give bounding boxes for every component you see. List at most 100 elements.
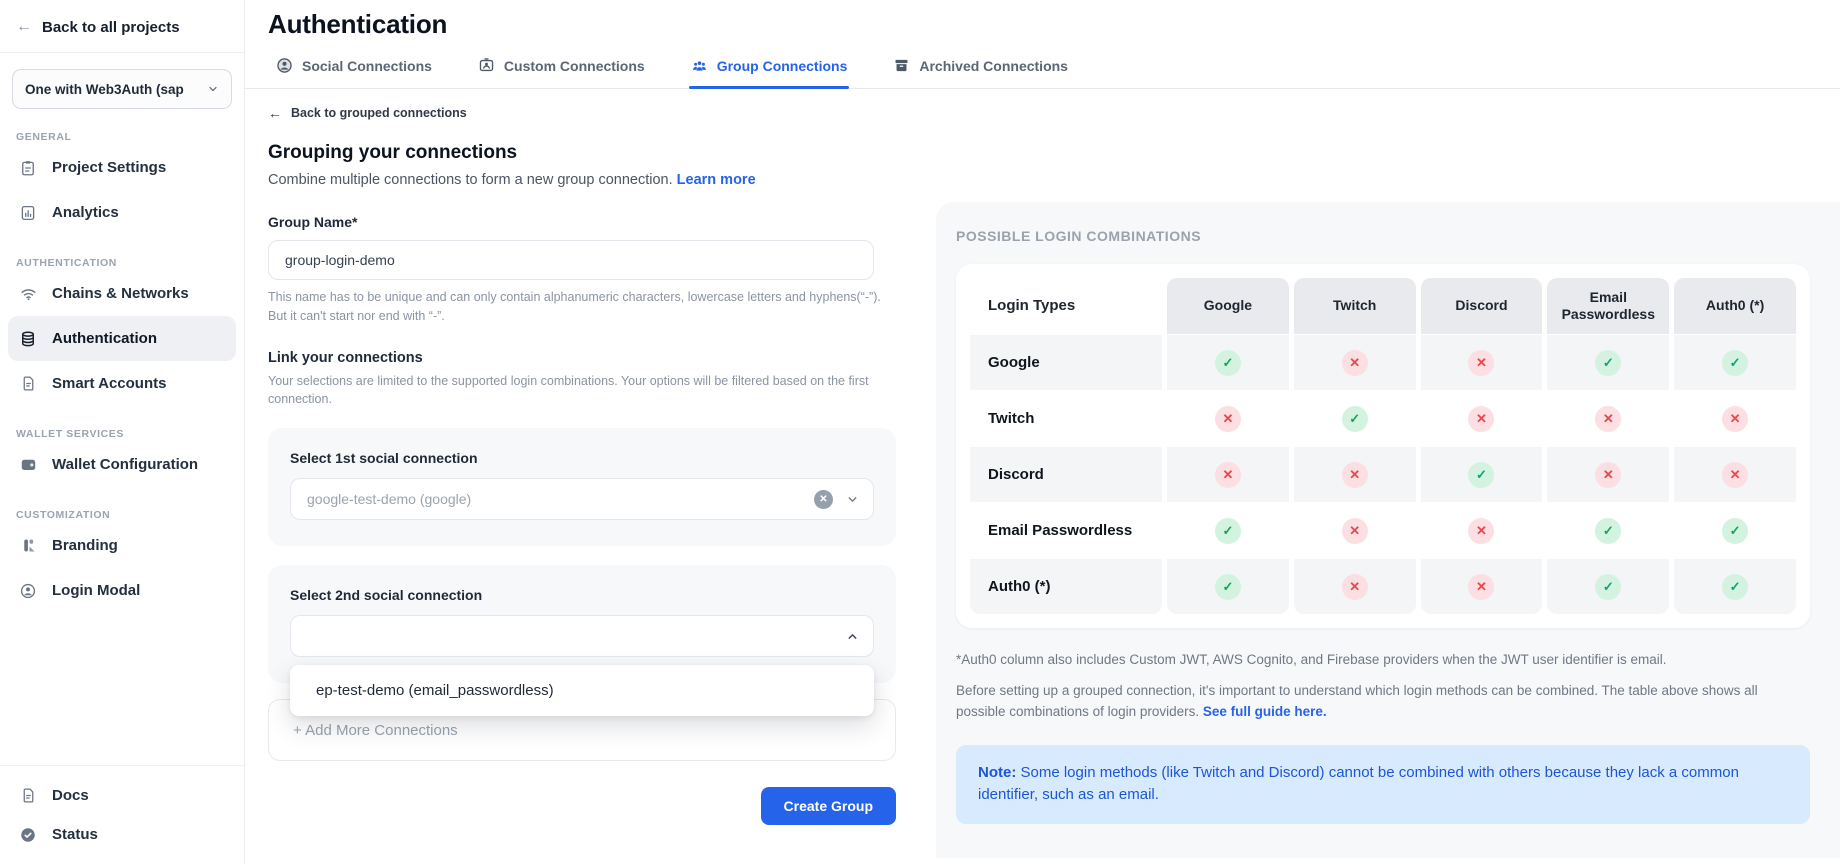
check-icon: ✓ [1215,350,1241,376]
combination-cell: ✓ [1547,502,1669,558]
check-icon: ✓ [1468,462,1494,488]
full-guide-link[interactable]: See full guide here. [1203,704,1327,719]
cross-icon: ✕ [1215,406,1241,432]
combination-cell: ✕ [1421,390,1543,446]
group-name-help: This name has to be unique and can only … [268,288,886,326]
note-box: Note: Some login methods (like Twitch an… [956,745,1810,824]
row-label: Twitch [970,390,1162,446]
tab-label: Group Connections [717,58,848,74]
cross-icon: ✕ [1342,574,1368,600]
combination-cell: ✓ [1674,502,1796,558]
sidebar-footer: Docs Status [0,765,244,864]
divider [0,52,244,53]
combination-cell: ✓ [1167,334,1289,390]
guide-footnote: Before setting up a grouped connection, … [956,681,1810,723]
page-title: Authentication [268,9,1840,40]
tab-label: Archived Connections [919,58,1068,74]
sidebar-item-label: Smart Accounts [52,375,166,392]
column-header: Email Passwordless [1547,278,1669,334]
column-header: Google [1167,278,1289,334]
second-connection-card: Select 2nd social connection ep-test-dem… [268,565,896,683]
combination-cell: ✕ [1421,334,1543,390]
sidebar-item-branding[interactable]: Branding [8,523,236,568]
chevron-down-icon [207,83,219,95]
sidebar-item-label: Chains & Networks [52,285,189,302]
combination-cell: ✕ [1294,502,1416,558]
branding-icon [18,536,38,556]
guide-footnote-text: Before setting up a grouped connection, … [956,683,1758,719]
tab-label: Social Connections [302,58,432,74]
combination-cell: ✓ [1547,334,1669,390]
tab-social-connections[interactable]: Social Connections [276,57,432,88]
sidebar-item-status[interactable]: Status [8,815,236,854]
check-icon: ✓ [1215,574,1241,600]
project-selector[interactable]: One with Web3Auth (sap [12,69,232,109]
sidebar-item-authentication[interactable]: Authentication [8,316,236,361]
combination-cell: ✓ [1674,558,1796,614]
sidebar-item-docs[interactable]: Docs [8,776,236,815]
combinations-table: Login TypesGoogleTwitchDiscordEmail Pass… [970,278,1796,614]
cross-icon: ✕ [1342,462,1368,488]
section-label-wallet-services: WALLET SERVICES [16,428,228,440]
clear-selection-icon[interactable]: ✕ [814,490,833,509]
tab-custom-connections[interactable]: Custom Connections [478,57,645,88]
tab-group-connections[interactable]: Group Connections [691,57,848,88]
clipboard-icon [18,158,38,178]
body-row: ← Back to grouped connections Grouping y… [245,89,1840,858]
form-subtitle: Combine multiple connections to form a n… [268,172,896,188]
tab-archived-connections[interactable]: Archived Connections [893,57,1068,88]
cross-icon: ✕ [1468,518,1494,544]
back-arrow-icon: ← [268,105,282,121]
create-group-button[interactable]: Create Group [761,787,896,825]
users-group-icon [691,57,708,74]
dropdown-option[interactable]: ep-test-demo (email_passwordless) [290,679,874,702]
sidebar-item-label: Status [52,826,98,843]
app-root: ← Back to all projects One with Web3Auth… [0,0,1840,864]
combination-cell: ✓ [1547,558,1669,614]
combination-cell: ✕ [1167,446,1289,502]
sidebar-item-label: Wallet Configuration [52,456,198,473]
cross-icon: ✕ [1342,518,1368,544]
back-to-grouped-connections-link[interactable]: ← Back to grouped connections [268,105,896,121]
combination-cell: ✕ [1674,446,1796,502]
select-first-connection-label: Select 1st social connection [290,450,874,466]
combination-cell: ✕ [1674,390,1796,446]
document-icon [18,374,38,394]
connection-dropdown: ep-test-demo (email_passwordless) [290,665,874,716]
second-connection-select[interactable] [290,615,874,657]
combination-cell: ✕ [1421,558,1543,614]
first-connection-select[interactable]: google-test-demo (google) ✕ [290,478,874,520]
sidebar-item-login-modal[interactable]: Login Modal [8,568,236,613]
row-label: Google [970,334,1162,390]
cross-icon: ✕ [1722,406,1748,432]
column-header: Twitch [1294,278,1416,334]
user-circle-icon [18,581,38,601]
sidebar-item-smart-accounts[interactable]: Smart Accounts [8,361,236,406]
sidebar-item-project-settings[interactable]: Project Settings [8,145,236,190]
cross-icon: ✕ [1595,406,1621,432]
sidebar-item-wallet-configuration[interactable]: Wallet Configuration [8,442,236,487]
check-icon: ✓ [1722,574,1748,600]
group-name-input[interactable] [268,240,874,280]
sidebar-item-label: Docs [52,787,89,804]
wifi-icon [18,284,38,304]
form-subtitle-text: Combine multiple connections to form a n… [268,172,673,188]
back-to-projects-link[interactable]: ← Back to all projects [0,0,244,52]
section-label-general: GENERAL [16,131,228,143]
combinations-heading: POSSIBLE LOGIN COMBINATIONS [956,228,1810,244]
combination-cell: ✕ [1294,334,1416,390]
sidebar-item-chains-networks[interactable]: Chains & Networks [8,271,236,316]
sidebar-item-analytics[interactable]: Analytics [8,190,236,235]
sidebar-item-label: Authentication [52,330,157,347]
document-icon [18,786,38,806]
first-connection-value: google-test-demo (google) [307,491,814,507]
combinations-table-card: Login TypesGoogleTwitchDiscordEmail Pass… [956,264,1810,628]
cross-icon: ✕ [1595,462,1621,488]
back-to-projects-label: Back to all projects [42,19,180,36]
check-icon: ✓ [1595,350,1621,376]
combination-cell: ✕ [1421,502,1543,558]
note-text: Some login methods (like Twitch and Disc… [978,764,1739,804]
learn-more-link[interactable]: Learn more [677,172,756,188]
sidebar-item-label: Login Modal [52,582,140,599]
column-header: Discord [1421,278,1543,334]
